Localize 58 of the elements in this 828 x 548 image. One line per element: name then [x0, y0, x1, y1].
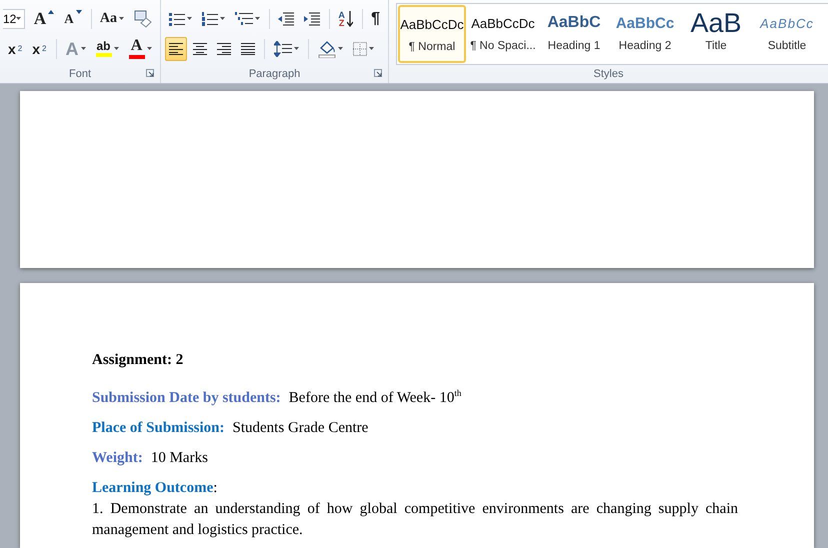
field-label: Place of Submission: [92, 420, 225, 436]
multilevel-list-icon [235, 12, 253, 26]
outdent-icon [278, 12, 294, 26]
up-triangle-icon [48, 10, 54, 14]
line-spacing-icon [274, 40, 292, 56]
dialog-launcher-icon[interactable] [146, 69, 154, 77]
caret-icon [146, 47, 152, 50]
paint-bucket-icon [318, 40, 336, 58]
colon-text: : [213, 480, 218, 496]
group-label: Font [68, 68, 91, 80]
down-arrow-icon [346, 10, 353, 26]
field-label: Submission Date by students: [92, 390, 281, 406]
font-size-field[interactable]: 12 [3, 8, 26, 28]
caret-icon [294, 47, 299, 50]
caret-icon [369, 47, 374, 50]
align-left-icon [169, 42, 183, 54]
field-label: Weight: [92, 450, 143, 466]
caret-icon [16, 17, 22, 20]
section-heading: Learning Outcome [92, 480, 214, 496]
show-marks-button[interactable]: ¶ [367, 6, 384, 30]
dialog-launcher-icon[interactable] [374, 69, 382, 77]
caret-icon [255, 17, 260, 20]
grow-font-button[interactable]: A [30, 6, 58, 30]
caret-icon [114, 47, 118, 50]
numbered-list-icon [202, 12, 218, 26]
borders-icon [353, 42, 367, 56]
indent-icon [304, 12, 320, 26]
learning-outcome-text: 1. Demonstrate an understanding of how global competitive environments are changing supply chain management and logistics practice. [92, 500, 738, 540]
caret-icon [187, 17, 192, 20]
style-gallery-item[interactable]: AaBbCc Subtitle [753, 5, 821, 63]
caret-icon [80, 47, 86, 50]
align-center-icon [193, 42, 207, 54]
font-color-button[interactable]: A [124, 36, 156, 60]
caret-icon [119, 17, 124, 20]
field-value: Students Grade Centre [232, 420, 368, 436]
field-value: Before the end of Week- 10$^{th}$ [288, 390, 462, 406]
align-right-icon [217, 42, 231, 54]
style-gallery-item[interactable]: AaBbCcDc ¶ No Spaci... [469, 5, 537, 63]
style-gallery-item[interactable]: AaBbC Heading 1 [540, 5, 608, 63]
eraser-icon [134, 10, 152, 28]
caret-icon [220, 17, 225, 20]
sort-button[interactable]: A Z [334, 6, 357, 30]
group-label: Paragraph [248, 68, 300, 80]
field-value: 10 Marks [150, 450, 208, 466]
align-left-button[interactable] [165, 36, 187, 60]
style-gallery-item[interactable]: AaB Title [682, 5, 750, 63]
style-gallery-item[interactable]: AaBbCcDc ¶ Normal [398, 5, 466, 63]
bulleted-list-icon [169, 12, 185, 26]
style-gallery-item[interactable]: AaBbCc Heading 2 [611, 5, 679, 63]
shrink-font-button[interactable]: A [60, 6, 86, 30]
change-case-button[interactable]: Aa [96, 6, 128, 30]
caret-icon [338, 47, 343, 50]
assignment-title: Assignment: 2 [92, 351, 184, 370]
group-label: Styles [594, 68, 624, 80]
superscript-button[interactable]: x$^{2}$ [28, 36, 50, 60]
justify-icon [241, 42, 255, 54]
down-triangle-icon [76, 10, 82, 14]
highlight-button[interactable]: ab [92, 36, 122, 60]
